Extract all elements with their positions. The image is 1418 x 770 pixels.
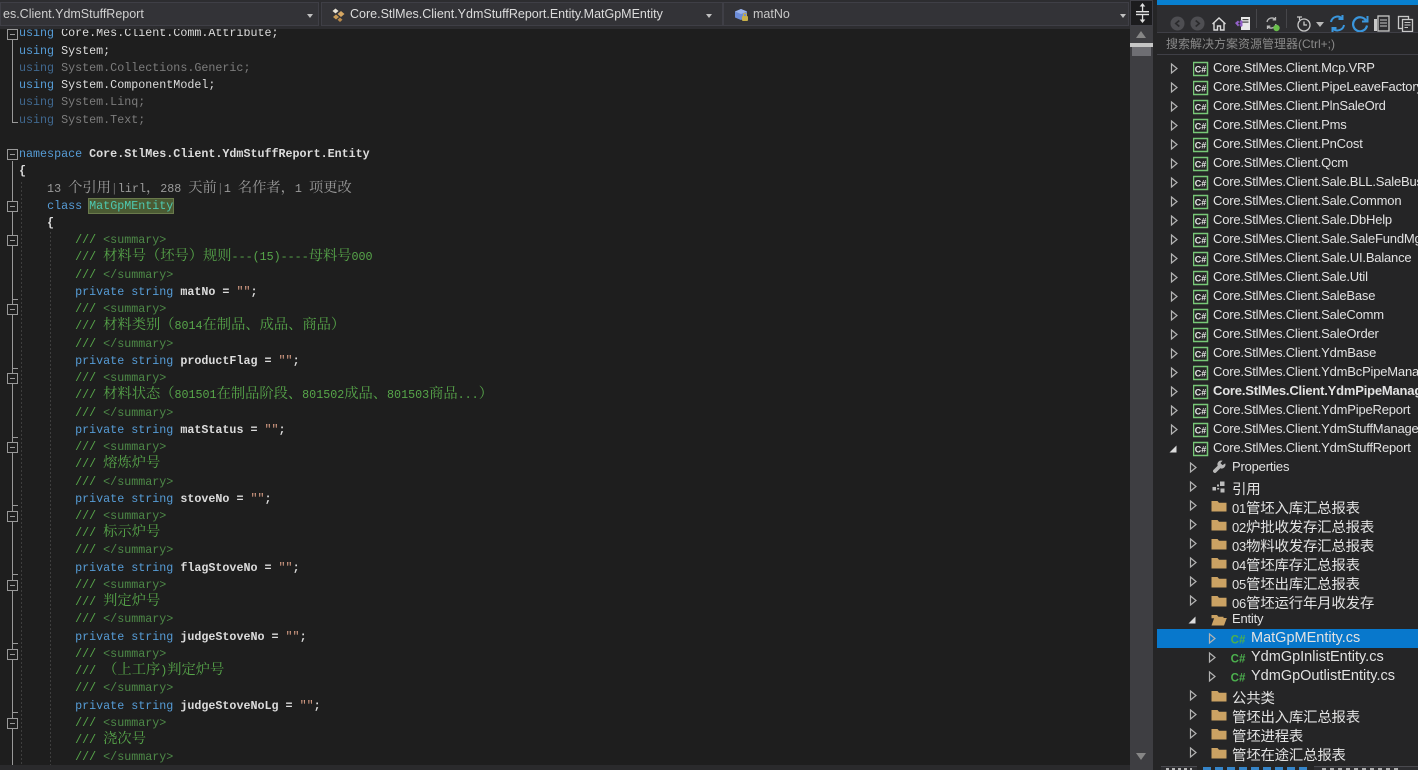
- svg-text:C#: C#: [1195, 140, 1207, 150]
- svg-text:C#: C#: [1195, 444, 1207, 454]
- svg-text:C#: C#: [1195, 425, 1207, 435]
- svg-text:C#: C#: [1195, 64, 1207, 74]
- svg-text:C#: C#: [1195, 235, 1207, 245]
- svg-text:C#: C#: [1195, 349, 1207, 359]
- svg-text:C#: C#: [1231, 653, 1246, 665]
- svg-text:C#: C#: [1195, 330, 1207, 340]
- svg-text:C#: C#: [1195, 273, 1207, 283]
- svg-text:C#: C#: [1195, 159, 1207, 169]
- svg-text:C#: C#: [1195, 292, 1207, 302]
- svg-text:C#: C#: [1195, 216, 1207, 226]
- svg-text:C#: C#: [1195, 406, 1207, 416]
- svg-text:C#: C#: [1195, 178, 1207, 188]
- svg-text:C#: C#: [1195, 254, 1207, 264]
- svg-text:C#: C#: [1195, 311, 1207, 321]
- svg-text:C#: C#: [1231, 672, 1246, 684]
- svg-text:C#: C#: [1195, 102, 1207, 112]
- svg-text:C#: C#: [1195, 83, 1207, 93]
- svg-text:C#: C#: [1195, 121, 1207, 131]
- svg-text:C#: C#: [1195, 387, 1207, 397]
- svg-text:C#: C#: [1231, 634, 1246, 646]
- svg-text:C#: C#: [1195, 368, 1207, 378]
- svg-text:C#: C#: [1195, 197, 1207, 207]
